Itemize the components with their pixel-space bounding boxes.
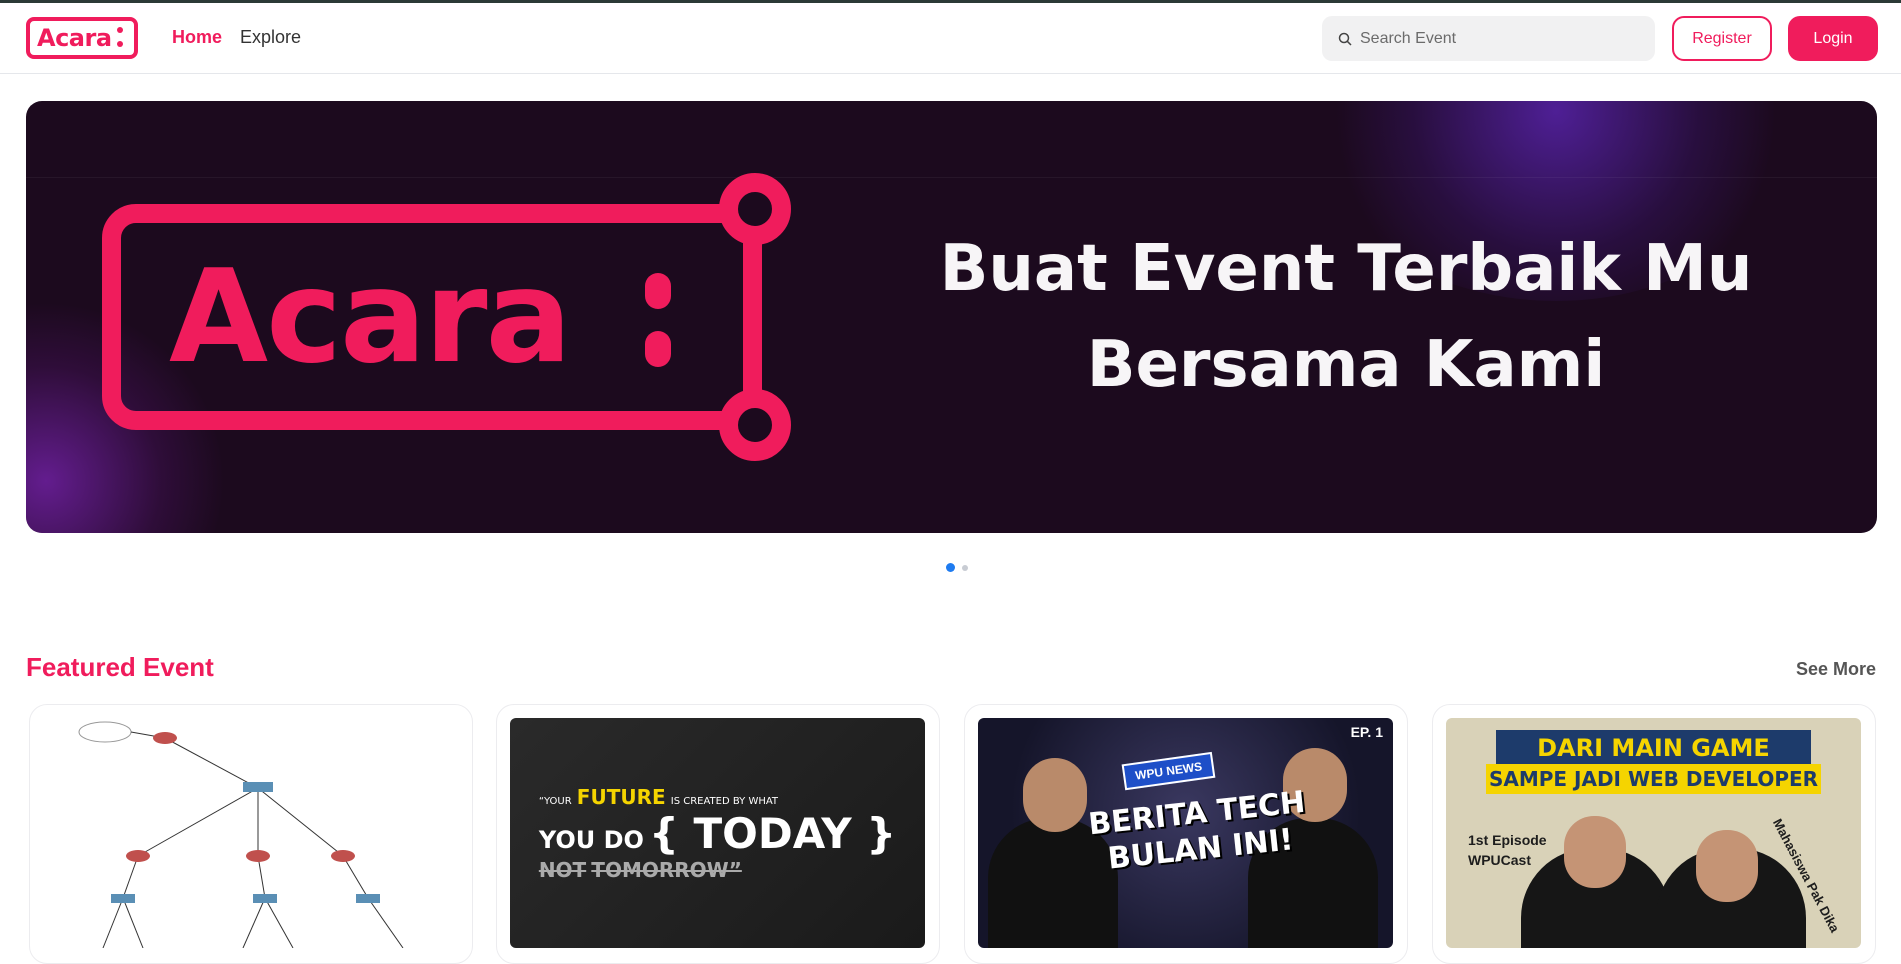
ticket-notch	[719, 389, 791, 461]
event-card-image: EP. 1 WPU NEWS BERITA TECH BULAN INI!	[978, 718, 1393, 948]
event-card[interactable]: DARI MAIN GAME SAMPE JADI WEB DEVELOPER …	[1432, 704, 1876, 964]
nav-explore-link[interactable]: Explore	[240, 27, 301, 48]
quote-text: TOMORROW”	[591, 857, 742, 882]
quote-text: NOT	[538, 857, 587, 882]
banner-line	[26, 177, 1877, 178]
quote-text: YOU DO	[538, 825, 644, 854]
person-face	[1696, 830, 1758, 902]
banner-ticket-logo: Acara	[102, 173, 791, 461]
featured-event-title: Featured Event	[26, 652, 214, 682]
nav-home-link[interactable]: Home	[172, 27, 222, 48]
event-card-image: “YOUR FUTURE IS CREATED BY WHAT YOU DO {…	[510, 718, 925, 948]
quote-text: “YOUR	[538, 795, 572, 807]
banner-line-2: Bersama Kami	[1086, 328, 1606, 402]
register-button[interactable]: Register	[1672, 16, 1772, 61]
ticket-dot	[645, 273, 671, 309]
carousel-dot-active[interactable]	[946, 563, 955, 572]
carousel-dot[interactable]	[962, 564, 968, 571]
episode-line: WPUCast	[1468, 852, 1532, 868]
quote-text: { TODAY }	[649, 808, 897, 858]
event-card[interactable]	[29, 704, 473, 964]
banner-headline: Buat Event Terbaik Mu Bersama Kami	[906, 221, 1786, 413]
thumbnail-subtitle: SAMPE JADI WEB DEVELOPER	[1486, 764, 1821, 794]
logo-dots-icon	[117, 27, 123, 49]
event-card-image	[43, 718, 458, 948]
event-card[interactable]: EP. 1 WPU NEWS BERITA TECH BULAN INI!	[964, 704, 1408, 964]
banner-line-1: Buat Event Terbaik Mu	[939, 232, 1753, 306]
navbar: Acara Home Explore Register Login	[0, 3, 1901, 74]
person-face	[1564, 816, 1626, 888]
login-button[interactable]: Login	[1788, 16, 1878, 61]
carousel-indicators	[946, 563, 968, 572]
person-face	[1023, 758, 1087, 832]
acara-logo[interactable]: Acara	[26, 17, 138, 59]
quote-text: FUTURE	[576, 784, 666, 809]
ticket-dot	[645, 331, 671, 367]
search-box[interactable]	[1322, 16, 1655, 61]
episode-line: 1st Episode	[1468, 832, 1547, 848]
quote-poster: “YOUR FUTURE IS CREATED BY WHAT YOU DO {…	[539, 785, 896, 882]
search-input[interactable]	[1360, 29, 1640, 48]
banner-logo-text: Acara	[169, 243, 572, 392]
logo-text: Acara	[37, 24, 112, 52]
wpu-news-tag: WPU NEWS	[1121, 751, 1216, 791]
episode-label: EP. 1	[1350, 724, 1383, 740]
search-icon	[1338, 32, 1352, 46]
ticket-notch	[719, 173, 791, 245]
event-card-image: DARI MAIN GAME SAMPE JADI WEB DEVELOPER …	[1446, 718, 1861, 948]
network-diagram-image	[78, 721, 404, 948]
see-more-link[interactable]: See More	[1796, 659, 1876, 680]
event-card[interactable]: “YOUR FUTURE IS CREATED BY WHAT YOU DO {…	[496, 704, 940, 964]
quote-text: IS CREATED BY WHAT	[670, 795, 779, 807]
episode-label: 1st Episode WPUCast	[1468, 830, 1547, 870]
hero-banner[interactable]: Acara Buat Event Terbaik Mu Bersama Kami	[26, 101, 1877, 533]
thumbnail-title: DARI MAIN GAME	[1496, 730, 1811, 766]
